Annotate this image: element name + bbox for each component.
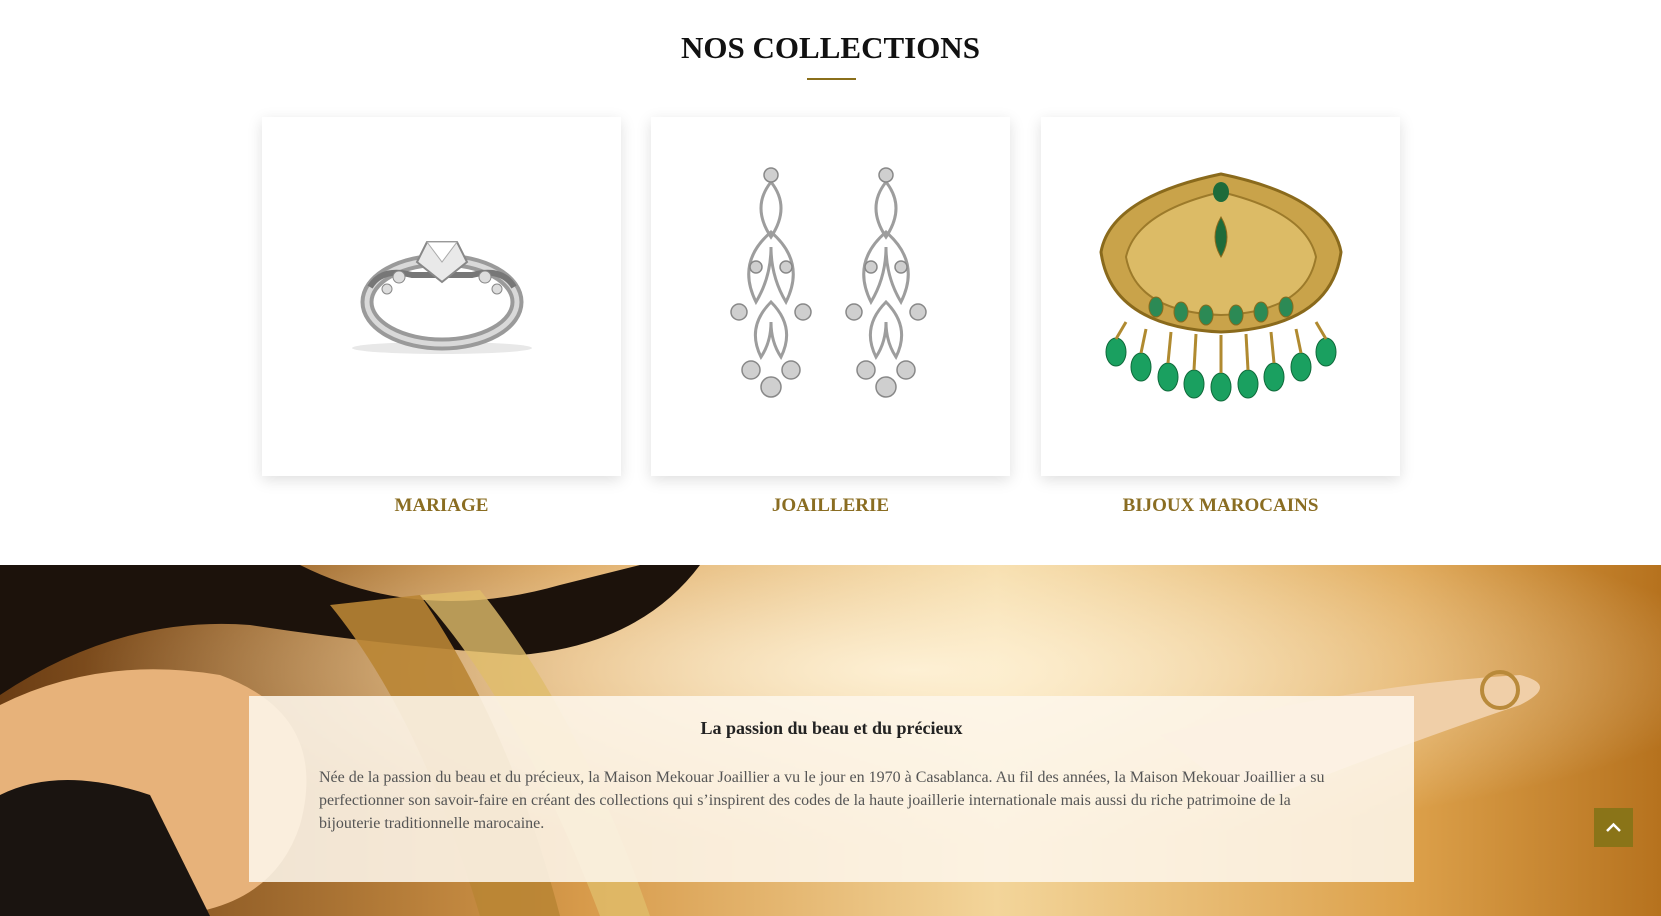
chevron-up-icon bbox=[1606, 822, 1621, 832]
title-underline bbox=[807, 78, 856, 80]
section-title: NOS COLLECTIONS bbox=[681, 30, 980, 65]
collection-card-joaillerie[interactable] bbox=[651, 117, 1010, 476]
diamond-chandelier-earrings-image bbox=[730, 167, 927, 398]
collection-card-mariage[interactable] bbox=[262, 117, 621, 476]
about-paragraph: Née de la passion du beau et du précieux… bbox=[319, 769, 1325, 832]
about-text-box: La passion du beau et du précieux Née de… bbox=[249, 696, 1414, 882]
collection-card-bijoux-marocains[interactable] bbox=[1041, 117, 1400, 476]
collections-section: NOS COLLECTIONS MARIAGE JOAILLERIE BIJOU… bbox=[0, 0, 1661, 565]
collection-label-joaillerie[interactable]: JOAILLERIE bbox=[651, 495, 1010, 517]
gold-emerald-moroccan-pendant-image bbox=[1099, 172, 1343, 402]
collection-label-bijoux-marocains[interactable]: BIJOUX MAROCAINS bbox=[1041, 495, 1400, 517]
about-hero-section: La passion du beau et du précieux Née de… bbox=[0, 565, 1661, 916]
diamond-ring-image bbox=[352, 241, 532, 354]
about-heading: La passion du beau et du précieux bbox=[700, 718, 963, 738]
collection-label-mariage[interactable]: MARIAGE bbox=[262, 495, 621, 517]
scroll-to-top-button[interactable] bbox=[1594, 808, 1633, 847]
